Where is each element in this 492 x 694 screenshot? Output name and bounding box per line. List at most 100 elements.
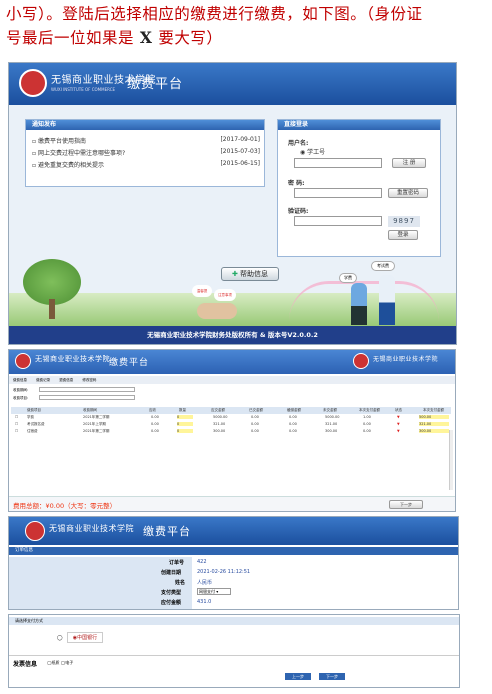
pay-type-label: 支付类型 [161,590,182,596]
table-row[interactable]: ☐ 住宿费 2021年第二学期 0.00 0 300.00 0.00 0.00 … [11,429,451,435]
cell-value: 5000.00 [325,415,340,419]
notice-title[interactable]: 网上交费过程中需注意哪些事项? [38,150,125,157]
order-section-header: 订单信息 [9,547,458,555]
help-button[interactable]: ✚ 帮助信息 [221,267,279,281]
intro-x-letter: X [134,28,159,47]
bank-select-screenshot: 请选择支付方式 ◯ ◉中国银行 发票信息 ◯纸质 ◯电子 上一步 下一步 [8,614,460,688]
col-header: 已交金额 [249,408,263,412]
invoice-info-label: 发票信息 [13,661,38,668]
col-header: 缴费项目 [27,408,41,412]
notice-item[interactable]: ▫ 避免重复交费的相关提示 [2015-06-15] [32,160,260,169]
row-checkbox[interactable]: ☐ [15,415,18,419]
status-flag-icon: ▼ [397,415,400,419]
col-header: 收费期间 [83,408,97,412]
pay-type-select[interactable]: 网银支付 ▾ [197,588,231,595]
created-date-label: 创建日期 [161,570,182,576]
cell-name: 学费 [27,415,34,419]
password-input[interactable] [294,188,382,198]
bubble-tuition: 学费 [339,273,357,283]
notice-date: [2017-09-01] [220,136,260,143]
next-step-button[interactable]: 下一步 [389,500,423,509]
status-flag-icon: ▼ [397,422,400,426]
cloud-tip: 温馨提 [192,285,212,297]
intro-line-1-text: 小写）。登陆后选择相应的缴费进行缴费，如下图。（身份证 [6,5,423,23]
cell-value: 300.00 [325,429,338,433]
scrollbar[interactable] [449,430,453,490]
portal-header: 无锡商业职业技术学院 WUXI INSTITUTE OF COMMERCE 缴费… [9,63,456,105]
school-logo-icon [15,353,31,369]
bubble-exam-fee: 考试费 [371,261,395,271]
amount-value: 431.0 [197,599,212,605]
cell-value: 300.00 [213,429,226,433]
portal-header: 无锡商业职业技术学院 缴费平台 无锡商业职业技术学院 [9,350,455,374]
table-row[interactable]: ☐ 学费 2021年第二学期 0.00 0 5000.00 0.00 0.00 … [11,415,451,421]
bank-name: 中国银行 [77,635,98,641]
username-label: 用户名: [288,140,309,147]
total-value: ¥0.00（大写：零元整） [45,502,117,510]
notice-title[interactable]: 缴费平台使用指南 [38,138,86,145]
invoice-option-electronic: 电子 [65,660,74,665]
tab-payment-records[interactable]: 缴费记录 [36,378,50,382]
notice-title[interactable]: 避免重复交费的相关提示 [38,162,104,169]
cell-value: 0.00 [251,429,259,433]
intro-line-2-text-a: 号最后一位如果是 [6,29,135,47]
captcha-input[interactable] [294,216,382,226]
cell-value: 1.00 [363,415,371,419]
cell-period: 2021年第二学期 [83,415,110,419]
notice-date: [2015-07-03] [220,148,260,155]
notice-item[interactable]: ▫ 缴费平台使用指南 [2017-09-01] [32,136,260,145]
invoice-options[interactable]: ◯纸质 ◯电子 [47,660,73,666]
cell-pay-amount[interactable]: 300.00 [419,429,449,433]
captcha-image[interactable]: 9897 [388,216,420,227]
notice-panel: 通知发布 ▫ 缴费平台使用指南 [2017-09-01] ▫ 网上交费过程中需注意… [25,119,265,187]
col-header: 数量 [179,408,186,412]
col-header: 应收 [149,408,156,412]
tab-change-password[interactable]: 修改密码 [82,378,96,382]
portal-title: 缴费平台 [127,76,184,91]
next-step-button[interactable]: 下一步 [319,673,345,680]
cell-qty[interactable]: 0 [177,429,193,433]
cell-value: 0.00 [251,422,259,426]
student-illustration [351,283,367,325]
radio-label: 学工号 [307,149,326,156]
order-no-value: 422 [197,559,207,565]
bank-logo[interactable]: ◉中国银行 [67,632,103,643]
help-label: 帮助信息 [240,270,269,278]
tree-trunk [49,299,55,319]
school-name-en: WUXI INSTITUTE OF COMMERCE [51,87,116,92]
school-logo-icon [25,521,45,541]
invoice-option-paper: 纸质 [51,660,60,665]
reset-password-button[interactable]: 重置密码 [388,188,428,198]
cell-value: 0.00 [289,429,297,433]
notice-item[interactable]: ▫ 网上交费过程中需注意哪些事项? [2015-07-03] [32,148,260,157]
tab-refund-info[interactable]: 退费信息 [59,378,73,382]
cell-qty[interactable]: 0 [177,415,193,419]
prev-step-button[interactable]: 上一步 [285,673,311,680]
item-select[interactable] [39,395,135,400]
cell-pay-amount[interactable]: 321.00 [419,422,449,426]
cell-value: 0.00 [151,429,159,433]
table-row[interactable]: ☐ 考试报名费 2021年上学期 0.00 0 321.00 0.00 0.00… [11,422,451,428]
cell-value: 0.00 [363,429,371,433]
period-select[interactable] [39,387,135,392]
bank-radio[interactable]: ◯ [57,635,63,641]
filter-label-item: 收费项目: [13,396,29,400]
tab-payment-info[interactable]: 缴费信息 [13,378,27,382]
cell-period: 2021年上学期 [83,422,106,426]
kids-illustration [197,303,237,319]
cell-pay-amount[interactable]: 500.00 [419,415,449,419]
row-checkbox[interactable]: ☐ [15,429,18,433]
staff-id-radio[interactable]: ◉ 学工号 [300,147,325,156]
intro-line-1: 小写）。登陆后选择相应的缴费进行缴费，如下图。（身份证 [6,2,486,26]
password-label: 密 码: [288,180,305,187]
login-button[interactable]: 登录 [388,230,418,240]
row-checkbox[interactable]: ☐ [15,422,18,426]
pay-type-value: 网银支付 [199,589,215,594]
portal-title: 缴费平台 [143,526,191,538]
col-header: 状态 [395,408,402,412]
cell-qty[interactable]: 0 [177,422,193,426]
register-button[interactable]: 注 册 [392,158,426,168]
intro-line-2: 号最后一位如果是 X 要大写） [6,26,486,50]
username-input[interactable] [294,158,382,168]
cell-period: 2021年第二学期 [83,429,110,433]
